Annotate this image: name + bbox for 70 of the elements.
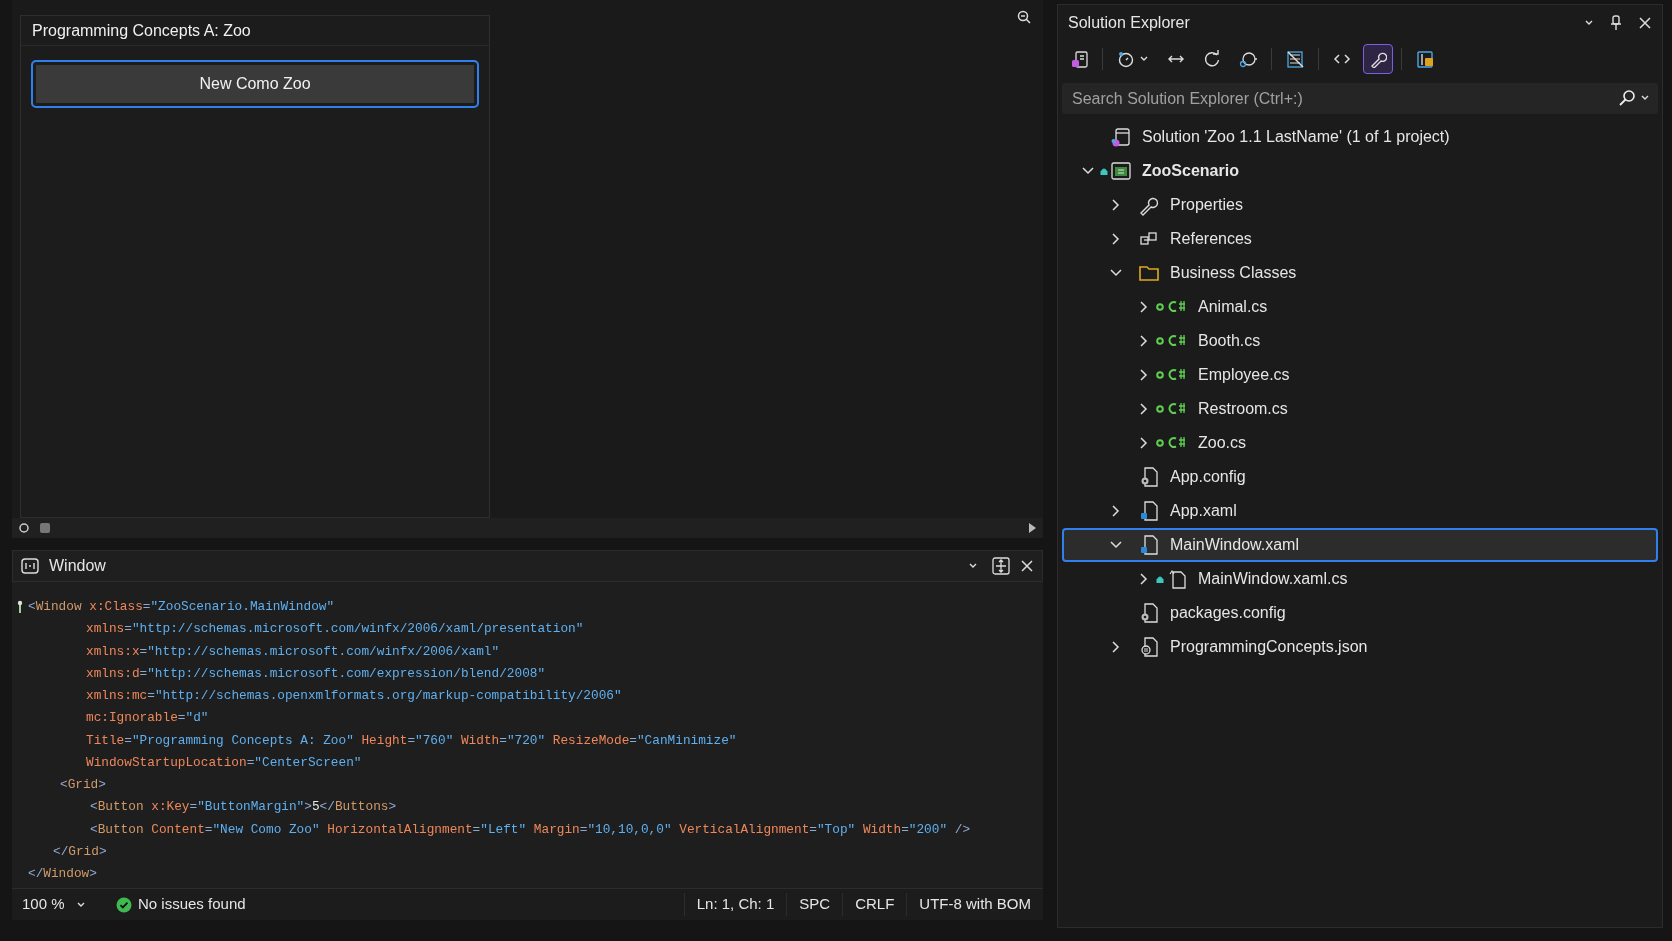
code-line: <Grid>	[59, 776, 107, 794]
code-line: xmlns:x="http://schemas.microsoft.com/winfx/2006/xaml"	[85, 642, 501, 661]
code-line: <Window x:Class="ZooScenario.MainWindow"	[28, 598, 336, 616]
line-ending[interactable]: CRLF	[842, 893, 907, 916]
fit-icon[interactable]	[18, 522, 30, 534]
code-line: xmlns:d="http://schemas.microsoft.com/expression/blend/2008"	[85, 664, 547, 683]
pending-changes-icon	[1239, 50, 1257, 68]
tree-item[interactable]: Solution 'Zoo 1.1 LastName' (1 of 1 project)	[1062, 120, 1658, 154]
edit-marker-icon	[17, 600, 23, 614]
wrench-icon	[1369, 50, 1387, 68]
issues-status[interactable]: No issues found	[138, 893, 246, 916]
tree-item[interactable]: ZooScenario	[1062, 154, 1658, 188]
check-icon	[116, 896, 132, 913]
code-line: WindowStartupLocation="CenterScreen"	[85, 753, 363, 772]
tree-item[interactable]: packages.config	[1062, 596, 1658, 630]
zoom-icon[interactable]	[1017, 10, 1031, 24]
zoom-level[interactable]: 100 %	[12, 893, 76, 916]
solution-icon	[1110, 126, 1132, 148]
cursor-position[interactable]: Ln: 1, Ch: 1	[683, 893, 787, 916]
panel-title: Solution Explorer	[1068, 13, 1190, 33]
close-icon[interactable]	[1638, 16, 1652, 30]
tree-item[interactable]: MainWindow.xaml.cs	[1062, 562, 1658, 596]
caret-icon	[1139, 55, 1149, 63]
code-line: <Button Content="New Como Zoo" HorizontalAlignment="Left" Margin="10,10,0,0" VerticalAlignment="Top" Width="200" />	[89, 820, 972, 839]
tree-item[interactable]: References	[1062, 222, 1658, 256]
whitespace-mode[interactable]: SPC	[786, 893, 843, 916]
json-file-icon	[1138, 636, 1160, 658]
dropdown-icon[interactable]	[1640, 94, 1650, 102]
tree-item[interactable]: Zoo.cs	[1062, 426, 1658, 460]
element-selector[interactable]: Window	[49, 554, 106, 578]
history-icon	[1117, 50, 1135, 68]
tree-item[interactable]: Animal.cs	[1062, 290, 1658, 324]
code-line: </Grid>	[52, 842, 108, 861]
tree-item[interactable]: App.config	[1062, 460, 1658, 494]
xaml-file-icon	[1138, 500, 1160, 522]
tree-item[interactable]: App.xaml	[1062, 494, 1658, 528]
pin-icon[interactable]	[1610, 15, 1622, 31]
code-line: </Window>	[28, 865, 98, 883]
scroll-right-icon[interactable]	[1027, 523, 1037, 533]
code-line: Title="Programming Concepts A: Zoo" Height="760" Width="720" ResizeMode="CanMinimize"	[85, 731, 738, 750]
split-icon[interactable]	[992, 557, 1010, 575]
dropdown-icon[interactable]	[968, 562, 978, 570]
code-line: mc:Ignorable="d"	[85, 709, 210, 728]
refresh-icon	[1203, 50, 1221, 68]
views-icon	[1070, 50, 1088, 68]
dropdown-icon[interactable]	[1584, 19, 1594, 27]
new-como-zoo-button[interactable]: New Como Zoo	[31, 60, 479, 108]
tree-item[interactable]: MainWindow.xaml	[1062, 528, 1658, 562]
tree-item[interactable]: ProgrammingConcepts.json	[1062, 630, 1658, 664]
scrollbar-thumb[interactable]	[40, 523, 50, 533]
encoding[interactable]: UTF-8 with BOM	[906, 893, 1043, 916]
toolbar-button[interactable]	[1363, 44, 1393, 74]
close-icon[interactable]	[1020, 559, 1034, 573]
code-line: xmlns:mc="http://schemas.openxmlformats.org/markup-compatibility/2006"	[85, 687, 623, 705]
code-line: <Button x:Key="ButtonMargin">5</Buttons>	[89, 798, 398, 817]
code-line: xmlns="http://schemas.microsoft.com/winfx/2006/xaml/presentation"	[85, 620, 585, 639]
tree-item[interactable]: Employee.cs	[1062, 358, 1658, 392]
search-field[interactable]: Search Solution Explorer (Ctrl+:)	[1062, 83, 1658, 114]
tree-item[interactable]: Business Classes	[1062, 256, 1658, 290]
search-icon[interactable]	[1618, 89, 1636, 107]
tree-item[interactable]: Properties	[1062, 188, 1658, 222]
tree-item[interactable]: Booth.cs	[1062, 324, 1658, 358]
window-icon	[21, 558, 39, 574]
preview-icon	[1416, 50, 1434, 68]
project-icon	[1110, 160, 1132, 182]
tree-item[interactable]: Restroom.cs	[1062, 392, 1658, 426]
xaml-file-icon	[1138, 534, 1160, 556]
window-title: Programming Concepts A: Zoo	[32, 20, 251, 41]
collapse-all-icon	[1286, 50, 1304, 68]
dropdown-icon[interactable]	[76, 900, 86, 909]
